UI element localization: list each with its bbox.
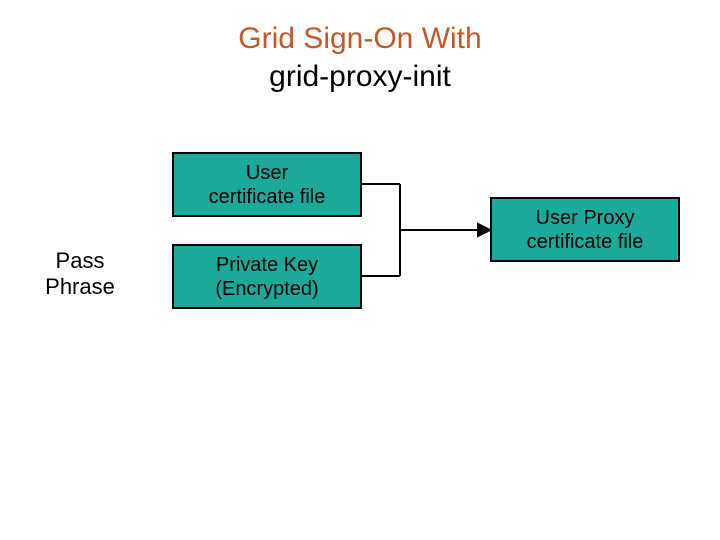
private-key-text: Private Key(Encrypted) (215, 253, 318, 301)
pass-phrase-text: PassPhrase (45, 248, 115, 299)
title-line-1: Grid Sign-On With (238, 22, 481, 55)
user-certificate-text: Usercertificate file (209, 161, 326, 209)
slide-title: Grid Sign-On With grid-proxy-init (0, 20, 720, 95)
title-line-2: grid-proxy-init (269, 60, 451, 93)
private-key-box: Private Key(Encrypted) (172, 244, 362, 309)
pass-phrase-label: PassPhrase (30, 248, 130, 301)
user-certificate-box: Usercertificate file (172, 152, 362, 217)
user-proxy-text: User Proxycertificate file (527, 206, 644, 254)
bracket (362, 184, 400, 276)
user-proxy-box: User Proxycertificate file (490, 197, 680, 262)
arrow (400, 224, 490, 236)
